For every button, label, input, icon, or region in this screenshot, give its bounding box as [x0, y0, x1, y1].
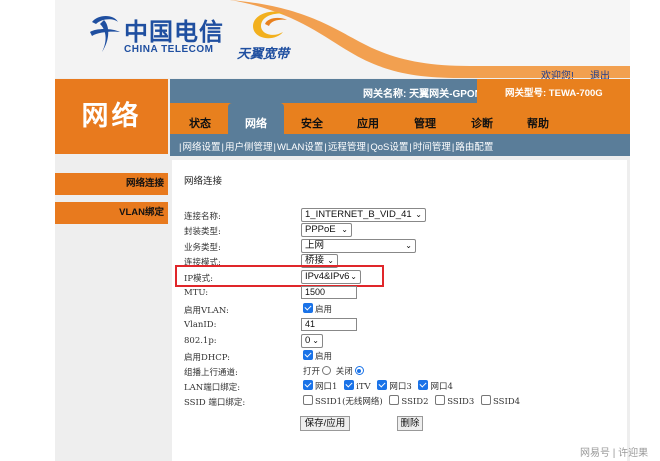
lan-bind-options: 网口1 iTV 网口3 网口4 [303, 380, 457, 392]
subnav-remote[interactable]: 远程管理 [328, 142, 366, 153]
multicast-off-radio[interactable] [354, 366, 364, 375]
chevron-down-icon: ⌄ [341, 225, 348, 234]
connection-name-value: 1_INTERNET_B_VID_41 [305, 209, 412, 220]
gateway-model: 网关型号: TEWA-700G [505, 88, 603, 99]
chevron-down-icon: ⌄ [405, 241, 412, 250]
lan-bind-port1[interactable]: 网口1 [303, 380, 338, 392]
ssid1-text: SSID1(无线网络) [315, 397, 383, 407]
encap-type-label: 封装类型: [184, 227, 221, 237]
gateway-name: 网关名称: 天翼网关-GPON [363, 89, 482, 100]
subnav-wlan[interactable]: WLAN设置 [277, 142, 323, 153]
tab-application[interactable]: 应用 [348, 103, 388, 134]
ssid-bind-options: SSID1(无线网络) SSID2 SSID3 SSID4 [303, 395, 524, 407]
tab-help[interactable]: 帮助 [518, 103, 558, 134]
china-telecom-logo: 中国电信 CHINA TELECOM [88, 10, 228, 60]
service-type-select[interactable]: 上网 ⌄ [301, 239, 416, 253]
lan-bind-port3[interactable]: 网口3 [377, 380, 412, 392]
vlan-id-label: VlanID: [184, 320, 217, 330]
enable-vlan-control: 启用 [303, 303, 332, 315]
subnav-network-settings[interactable]: 网络设置 [182, 142, 220, 153]
brand-name-zh: 中国电信 [124, 17, 224, 46]
subnav-qos[interactable]: QoS设置 [370, 142, 408, 153]
ssid2-text: SSID2 [401, 397, 429, 407]
delete-button[interactable]: 删除 [397, 416, 423, 431]
mtu-input[interactable]: 1500 [301, 286, 357, 299]
lan-port1-text: 网口1 [315, 382, 338, 392]
lan-bind-port4[interactable]: 网口4 [418, 380, 453, 392]
encap-type-select[interactable]: PPPoE ⌄ [301, 223, 352, 237]
chevron-down-icon: ⌄ [312, 336, 319, 345]
ssid-bind-1[interactable]: SSID1(无线网络) [303, 395, 383, 407]
tianyi-broadband-logo: 天翼宽带 [235, 8, 305, 61]
ssid4-text: SSID4 [492, 397, 521, 407]
multicast-control: 打开 关闭 [303, 365, 366, 377]
lan-port4-checkbox[interactable] [418, 380, 429, 390]
p8021p-select[interactable]: 0 ⌄ [301, 334, 323, 348]
vlan-id-input[interactable]: 41 [301, 318, 357, 331]
ssid-bind-4[interactable]: SSID4 [480, 395, 521, 407]
main-nav: 状态 网络 安全 应用 管理 诊断 帮助 [170, 103, 630, 134]
service-type-label: 业务类型: [184, 243, 221, 253]
side-item-vlan-binding[interactable]: VLAN绑定 [55, 202, 168, 224]
lan-itv-text: iTV [356, 382, 371, 392]
subnav-routing[interactable]: 路由配置 [455, 142, 493, 153]
lan-port4-text: 网口4 [430, 382, 453, 392]
tianyi-swirl-icon [253, 11, 287, 39]
p8021p-label: 802.1p: [184, 336, 217, 346]
page-title: 网络 [55, 79, 168, 154]
ip-mode-highlight-box [175, 265, 384, 287]
gateway-info-bar: 网关名称: 天翼网关-GPON 网关型号: TEWA-700G [170, 79, 630, 103]
multicast-label: 组播上行通道: [184, 368, 238, 378]
p8021p-value: 0 [305, 335, 311, 346]
tab-status[interactable]: 状态 [180, 103, 220, 134]
ssid3-text: SSID3 [447, 397, 475, 407]
ssid-bind-label: SSID 端口绑定: [184, 398, 246, 408]
tab-diagnosis[interactable]: 诊断 [462, 103, 502, 134]
enable-vlan-text: 启用 [315, 305, 333, 315]
tab-management[interactable]: 管理 [405, 103, 445, 134]
enable-dhcp-checkbox[interactable] [303, 350, 313, 360]
gateway-model-box: 网关型号: TEWA-700G [477, 79, 630, 103]
multicast-off-text: 关闭 [335, 367, 353, 377]
lan-port3-text: 网口3 [389, 382, 412, 392]
watermark: 网易号 | 许迎果 [580, 448, 649, 459]
ssid-bind-3[interactable]: SSID3 [435, 395, 475, 407]
enable-dhcp-label: 启用DHCP: [184, 353, 231, 363]
enable-dhcp-control: 启用 [303, 350, 332, 362]
section-title: 网络连接 [184, 176, 223, 187]
ssid4-checkbox[interactable] [480, 395, 491, 405]
enable-vlan-checkbox[interactable] [303, 303, 313, 313]
subnav-user-side[interactable]: 用户侧管理 [225, 142, 273, 153]
ssid1-checkbox[interactable] [303, 395, 313, 405]
encap-type-value: PPPoE [305, 224, 336, 235]
brand-name-en: CHINA TELECOM [124, 44, 214, 55]
multicast-on-radio[interactable] [322, 366, 332, 375]
save-apply-button[interactable]: 保存/应用 [300, 416, 350, 431]
side-item-network-connection[interactable]: 网络连接 [55, 173, 168, 195]
lan-itv-checkbox[interactable] [344, 380, 355, 390]
ssid2-checkbox[interactable] [389, 395, 400, 405]
telecom-symbol-icon [90, 16, 120, 52]
sub-nav: |网络设置|用户侧管理|WLAN设置|远程管理|QoS设置|时间管理|路由配置 [170, 134, 630, 156]
enable-vlan-label: 启用VLAN: [184, 306, 229, 316]
lan-bind-label: LAN端口绑定: [184, 383, 241, 393]
tab-security[interactable]: 安全 [292, 103, 332, 134]
service-type-value: 上网 [305, 240, 325, 251]
enable-dhcp-text: 启用 [315, 352, 333, 362]
ssid-bind-2[interactable]: SSID2 [389, 395, 429, 407]
chevron-down-icon: ⌄ [415, 210, 422, 219]
lan-bind-itv[interactable]: iTV [344, 380, 371, 392]
ssid3-checkbox[interactable] [435, 395, 446, 405]
connection-name-select[interactable]: 1_INTERNET_B_VID_41 ⌄ [301, 208, 426, 222]
connection-name-label: 连接名称: [184, 212, 221, 222]
multicast-on-text: 打开 [303, 367, 321, 377]
subnav-time[interactable]: 时间管理 [413, 142, 451, 153]
lan-port3-checkbox[interactable] [377, 380, 388, 390]
lan-port1-checkbox[interactable] [303, 380, 313, 390]
sub-brand-label: 天翼宽带 [237, 46, 290, 61]
tab-network[interactable]: 网络 [228, 103, 284, 134]
mtu-label: MTU: [184, 288, 209, 298]
